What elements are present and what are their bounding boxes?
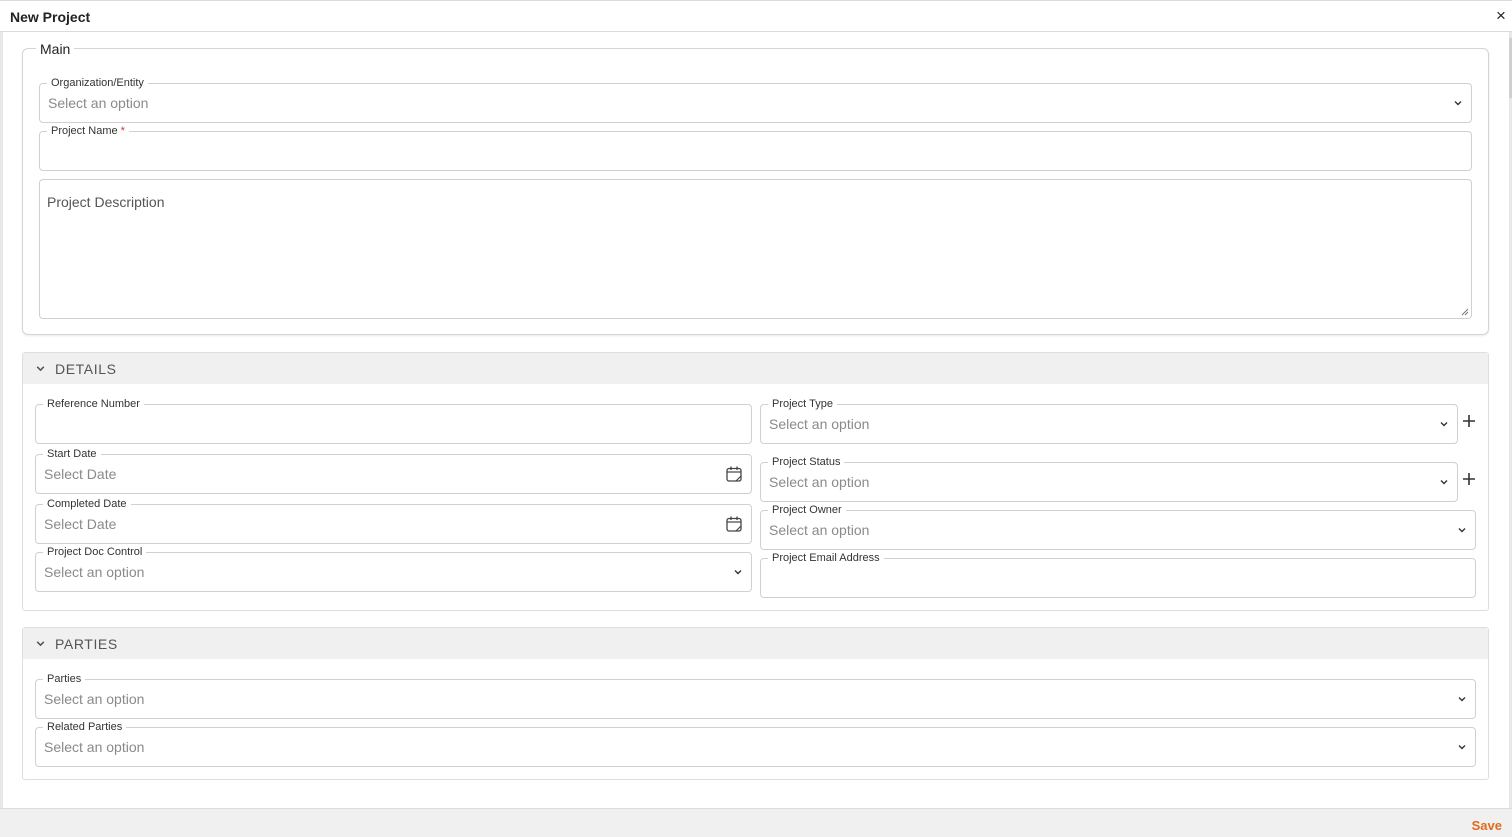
details-section: DETAILS Reference Number Start Date Sele… — [22, 352, 1489, 611]
project-type-placeholder: Select an option — [769, 416, 870, 432]
completed-date-placeholder: Select Date — [44, 516, 117, 532]
project-email-label: Project Email Address — [768, 550, 884, 566]
save-button[interactable]: Save — [1472, 818, 1502, 833]
project-owner-placeholder: Select an option — [769, 522, 870, 538]
calendar-icon[interactable] — [725, 515, 743, 533]
parties-title: PARTIES — [55, 636, 118, 652]
chevron-down-icon — [1458, 528, 1466, 533]
main-fieldset: Main Organization/Entity Select an optio… — [22, 41, 1489, 335]
calendar-icon[interactable] — [725, 465, 743, 483]
project-owner-label: Project Owner — [768, 502, 846, 518]
project-type-label: Project Type — [768, 396, 837, 412]
chevron-down-icon — [1458, 745, 1466, 750]
parties-header[interactable]: PARTIES — [23, 628, 1488, 659]
start-date-field[interactable]: Start Date Select Date — [35, 446, 752, 494]
required-mark: * — [120, 125, 125, 137]
chevron-down-icon[interactable] — [35, 363, 46, 374]
completed-date-label: Completed Date — [43, 496, 131, 512]
chevron-down-icon — [1454, 101, 1462, 106]
organization-select[interactable]: Organization/Entity Select an option — [39, 75, 1472, 123]
start-date-placeholder: Select Date — [44, 466, 117, 482]
project-description-placeholder: Project Description — [47, 194, 165, 210]
organization-placeholder: Select an option — [48, 95, 149, 111]
close-icon[interactable]: × — [1492, 6, 1510, 26]
reference-number-label: Reference Number — [43, 396, 144, 412]
chevron-down-icon — [734, 570, 742, 575]
project-status-label: Project Status — [768, 454, 845, 470]
parties-placeholder: Select an option — [44, 691, 145, 707]
completed-date-field[interactable]: Completed Date Select Date — [35, 496, 752, 544]
resize-grip-icon[interactable] — [1461, 308, 1469, 316]
add-project-status-plus-icon[interactable] — [1460, 470, 1478, 488]
start-date-label: Start Date — [43, 446, 101, 462]
main-legend: Main — [36, 41, 75, 57]
project-name-label-text: Project Name — [51, 125, 118, 137]
parties-label: Parties — [43, 671, 86, 687]
project-status-select[interactable]: Project Status Select an option — [760, 454, 1458, 502]
chevron-down-icon — [1440, 422, 1448, 427]
add-project-type-plus-icon[interactable] — [1460, 412, 1478, 430]
left-edge — [0, 32, 3, 808]
doc-control-select[interactable]: Project Doc Control Select an option — [35, 544, 752, 592]
related-parties-label: Related Parties — [43, 719, 127, 735]
parties-select[interactable]: Parties Select an option — [35, 671, 1476, 719]
related-parties-select[interactable]: Related Parties Select an option — [35, 719, 1476, 767]
doc-control-label: Project Doc Control — [43, 544, 147, 560]
dialog-footer: Save — [0, 808, 1512, 837]
project-status-placeholder: Select an option — [769, 474, 870, 490]
parties-section: PARTIES Parties Select an option Related… — [22, 627, 1489, 780]
doc-control-placeholder: Select an option — [44, 564, 145, 580]
project-type-select[interactable]: Project Type Select an option — [760, 396, 1458, 444]
details-title: DETAILS — [55, 361, 117, 377]
project-name-label: Project Name * — [47, 123, 129, 139]
project-owner-select[interactable]: Project Owner Select an option — [760, 502, 1476, 550]
project-email-field[interactable]: Project Email Address — [760, 550, 1476, 598]
dialog-header: New Project × — [0, 0, 1512, 32]
related-parties-placeholder: Select an option — [44, 739, 145, 755]
details-header[interactable]: DETAILS — [23, 353, 1488, 384]
chevron-down-icon — [1458, 697, 1466, 702]
chevron-down-icon — [1440, 480, 1448, 485]
dialog-title: New Project — [10, 9, 91, 25]
organization-label: Organization/Entity — [47, 75, 148, 91]
project-description-textarea[interactable]: Project Description — [39, 179, 1472, 319]
project-name-field[interactable]: Project Name * — [39, 123, 1472, 171]
reference-number-field[interactable]: Reference Number — [35, 396, 752, 444]
chevron-down-icon[interactable] — [35, 638, 46, 649]
